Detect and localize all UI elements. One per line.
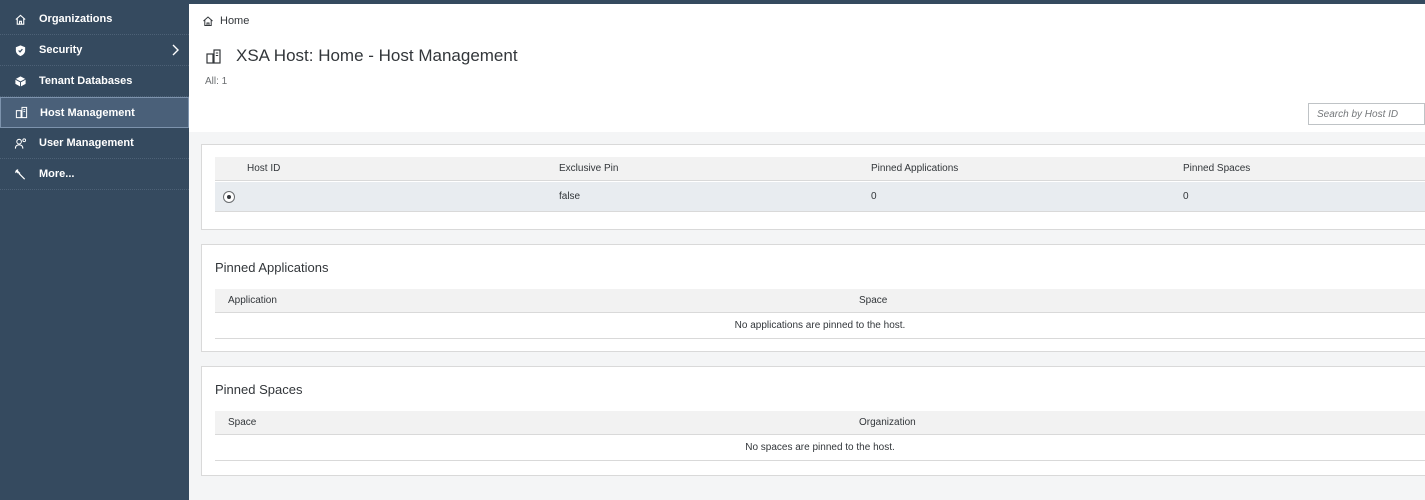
column-header-application[interactable]: Application [228,289,277,313]
sidebar-item-label: User Management [39,137,134,149]
section-title: Pinned Applications [215,260,329,275]
item-count: All: 1 [205,76,228,87]
sidebar-item-label: Security [39,44,83,56]
pinned-spaces-panel: Pinned Spaces Space Organization No spac… [201,366,1425,476]
breadcrumb-home[interactable]: Home [202,15,249,27]
pinned-spaces-table-header: Space Organization [215,411,1425,435]
sidebar-item-tenant-databases[interactable]: Tenant Databases [0,66,189,97]
main-content: Home XSA Host: Home - Host Management Al… [189,4,1425,500]
hosts-table-header: Host ID Exclusive Pin Pinned Application… [215,157,1425,181]
hosts-panel: Host ID Exclusive Pin Pinned Application… [201,144,1425,230]
sidebar-item-user-management[interactable]: User Management [0,128,189,159]
cell-exclusive-pin: false [559,191,581,202]
cell-pinned-spaces: 0 [1183,191,1189,202]
sidebar-item-more[interactable]: More... [0,159,189,190]
column-header-pinned-spaces[interactable]: Pinned Spaces [1183,157,1250,181]
pinned-applications-panel: Pinned Applications Application Space No… [201,244,1425,352]
page-header: Home XSA Host: Home - Host Management Al… [189,4,1425,132]
empty-message: No applications are pinned to the host. [215,314,1425,339]
sidebar-item-label: Tenant Databases [39,75,133,87]
pinned-applications-table-header: Application Space [215,289,1425,313]
wrench-icon [13,167,27,181]
cell-pinned-applications: 0 [871,191,877,202]
user-settings-icon [13,136,27,150]
column-header-exclusive-pin[interactable]: Exclusive Pin [559,157,618,181]
home-icon [13,12,27,26]
sidebar-item-host-management[interactable]: Host Management [0,97,189,128]
sidebar-item-label: More... [39,168,75,180]
column-header-space[interactable]: Space [228,411,256,435]
row-select-radio[interactable] [223,191,235,203]
home-icon [203,16,213,26]
empty-message: No spaces are pinned to the host. [215,436,1425,461]
column-header-organization[interactable]: Organization [859,411,916,435]
column-header-host-id[interactable]: Host ID [247,157,280,181]
sidebar-item-label: Host Management [40,106,135,119]
sidebar-item-organizations[interactable]: Organizations [0,4,189,35]
search-input[interactable] [1308,103,1425,125]
chevron-right-icon [172,44,179,56]
shield-icon [13,43,27,57]
breadcrumb-label: Home [220,15,250,27]
table-row[interactable]: false 0 0 [215,182,1425,212]
page-title: XSA Host: Home - Host Management [236,46,518,65]
host-icon [206,48,221,64]
database-icon [13,74,27,88]
column-header-space[interactable]: Space [859,289,887,313]
sidebar-item-security[interactable]: Security [0,35,189,66]
sidebar: Organizations Security Tenant Databases … [0,4,189,500]
title-row: XSA Host: Home - Host Management [205,46,518,66]
sidebar-item-label: Organizations [39,13,113,25]
host-icon [14,106,28,120]
section-title: Pinned Spaces [215,382,303,397]
column-header-pinned-applications[interactable]: Pinned Applications [871,157,958,181]
